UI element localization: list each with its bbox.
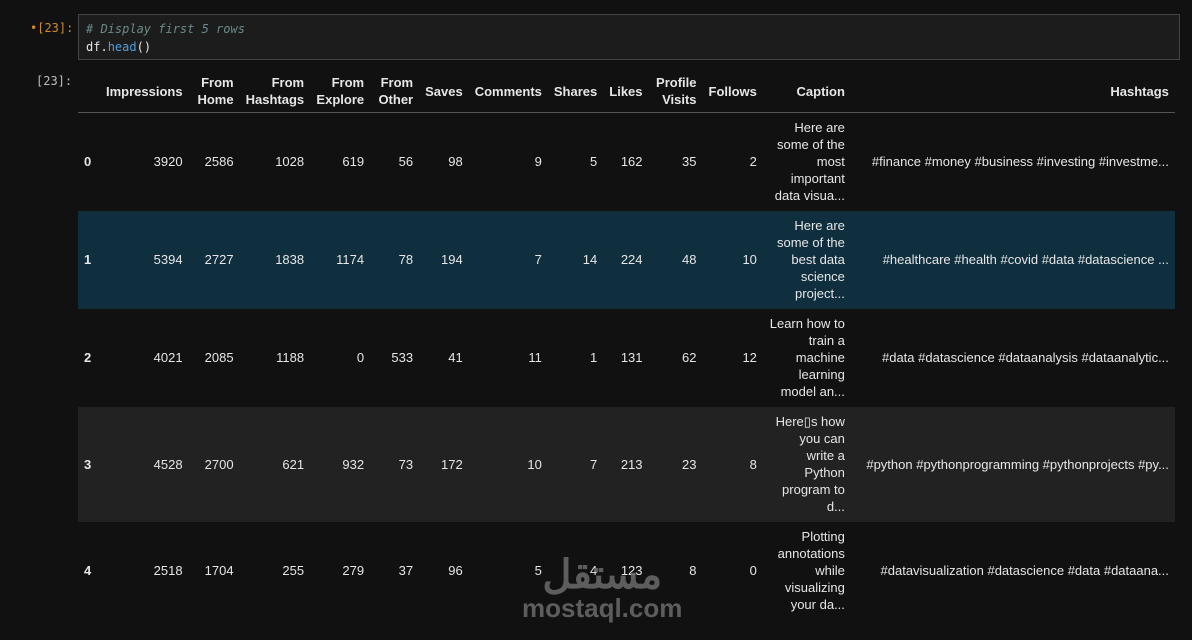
table-cell: 1174 bbox=[336, 252, 365, 267]
table-cell: 10 bbox=[742, 252, 757, 267]
table-cell: 172 bbox=[441, 456, 463, 472]
table-cell: 48 bbox=[682, 252, 697, 267]
table-cell: 5 bbox=[590, 154, 598, 170]
input-prompt: •[23]: bbox=[30, 21, 74, 35]
table-cell: 1188 bbox=[276, 350, 305, 365]
row-index: 0 bbox=[84, 154, 92, 170]
column-header: Shares bbox=[547, 70, 604, 113]
table-cell: 2586 bbox=[204, 154, 234, 170]
table-row[interactable]: 1 5394 2727 1838 1174 78 194 7 14 224 48 10 Here are… bbox=[78, 210, 1175, 309]
row-index: 3 bbox=[84, 456, 92, 472]
table-cell: 162 bbox=[620, 154, 643, 170]
table-cell: 621 bbox=[282, 456, 305, 472]
table-cell: 56 bbox=[398, 154, 414, 170]
column-header: Follows bbox=[702, 70, 763, 113]
table-cell: 5 bbox=[534, 563, 542, 578]
table-cell: 2085 bbox=[204, 350, 234, 365]
table-cell: 14 bbox=[582, 252, 598, 267]
table-cell: 12 bbox=[742, 350, 757, 365]
column-header: From Home bbox=[188, 70, 240, 113]
table-cell: 2 bbox=[749, 154, 757, 170]
table-cell: 932 bbox=[342, 456, 365, 472]
table-cell: Plotting annotations while visualizing y… bbox=[777, 529, 845, 612]
table-cell: 131 bbox=[620, 350, 643, 365]
table-cell: 11 bbox=[528, 350, 542, 365]
table-row[interactable]: 4 2518 1704 255 279 37 96 5 4 123 8 0 Plotting annot… bbox=[78, 521, 1175, 620]
row-index: 1 bbox=[84, 252, 92, 267]
column-header: From Explore bbox=[310, 70, 371, 113]
table-cell: 224 bbox=[620, 252, 643, 267]
column-header: Comments bbox=[468, 70, 548, 113]
table-cell: #data #datascience #dataanalysis #dataan… bbox=[881, 350, 1169, 365]
table-cell: #healthcare #health #covid #data #datasc… bbox=[882, 252, 1169, 267]
table-cell: Here are some of the best data science p… bbox=[776, 218, 845, 301]
code-comment: # Display first 5 rows bbox=[86, 22, 245, 36]
table-cell: 4021 bbox=[153, 350, 183, 365]
table-cell: 279 bbox=[342, 563, 365, 578]
table-cell: 3920 bbox=[153, 154, 183, 170]
table-cell: Here▯s how you can write a Python progra… bbox=[775, 414, 845, 514]
table-cell: 10 bbox=[527, 456, 542, 472]
table-cell: 533 bbox=[391, 350, 414, 365]
table-cell: #datavisualization #datascience #data #d… bbox=[880, 563, 1169, 578]
row-index: 2 bbox=[84, 350, 92, 365]
column-header: Impressions bbox=[100, 70, 189, 113]
table-cell: 0 bbox=[749, 563, 757, 578]
table-cell: 41 bbox=[448, 350, 463, 365]
table-cell: 194 bbox=[441, 252, 463, 267]
table-cell: 213 bbox=[620, 456, 643, 472]
table-cell: 4528 bbox=[153, 456, 183, 472]
table-cell: Here are some of the most important data… bbox=[774, 120, 845, 204]
column-header: Caption bbox=[762, 70, 851, 113]
table-cell: 1028 bbox=[275, 154, 305, 170]
table-cell: 98 bbox=[448, 154, 463, 170]
column-header: Likes bbox=[603, 70, 649, 113]
column-header: From Hashtags bbox=[239, 70, 311, 113]
table-cell: Learn how to train a machine learning mo… bbox=[769, 316, 845, 399]
table-cell: 35 bbox=[682, 154, 697, 170]
output-prompt: [23]: bbox=[36, 74, 73, 88]
table-cell: #finance #money #business #investing #in… bbox=[871, 154, 1169, 170]
row-index: 4 bbox=[84, 563, 92, 578]
table-cell: 37 bbox=[398, 563, 414, 578]
table-row[interactable]: 3 4528 2700 621 932 73 172 10 7 213 23 8 Here▯s how … bbox=[78, 406, 1175, 522]
table-cell: 2727 bbox=[204, 252, 234, 267]
table-cell: 2700 bbox=[204, 456, 234, 472]
table-cell: 7 bbox=[534, 252, 542, 267]
table-cell: 96 bbox=[448, 563, 463, 578]
column-header: From Other bbox=[370, 70, 420, 113]
table-cell: 8 bbox=[749, 456, 757, 472]
table-cell: 255 bbox=[282, 563, 305, 578]
column-header: Saves bbox=[419, 70, 469, 113]
table-cell: 1704 bbox=[204, 563, 234, 578]
table-header-row: Impressions From Home From Hashtags From Ex… bbox=[78, 70, 1175, 113]
table-cell: #python #pythonprogramming #pythonprojec… bbox=[866, 456, 1169, 472]
table-row[interactable]: 0 3920 2586 1028 619 56 98 9 5 162 35 2 Here are som… bbox=[78, 112, 1175, 211]
code-line: df.head() bbox=[86, 40, 152, 54]
table-cell: 619 bbox=[342, 154, 365, 170]
code-cell-editor[interactable]: # Display first 5 rows df.head() bbox=[78, 14, 1180, 60]
table-cell: 0 bbox=[356, 350, 365, 365]
table-row[interactable]: 2 4021 2085 1188 0 533 41 11 1 131 62 12 Learn how t… bbox=[78, 308, 1175, 407]
column-header: Hashtags bbox=[850, 70, 1175, 113]
table-cell: 7 bbox=[590, 456, 598, 472]
column-header: Profile Visits bbox=[648, 70, 703, 113]
table-cell: 73 bbox=[398, 456, 414, 472]
table-cell: 1 bbox=[590, 350, 598, 365]
table-cell: 4 bbox=[590, 563, 598, 578]
table-cell: 23 bbox=[682, 456, 697, 472]
table-cell: 1838 bbox=[275, 252, 305, 267]
column-header bbox=[78, 70, 100, 113]
table-cell: 8 bbox=[689, 563, 697, 578]
dataframe-table: Impressions From Home From Hashtags From Ex… bbox=[78, 70, 1175, 620]
table-cell: 123 bbox=[620, 563, 643, 578]
table-cell: 62 bbox=[682, 350, 697, 365]
table-cell: 2518 bbox=[153, 563, 183, 578]
table-cell: 9 bbox=[534, 154, 542, 170]
table-cell: 5394 bbox=[153, 252, 183, 267]
table-cell: 78 bbox=[398, 252, 414, 267]
